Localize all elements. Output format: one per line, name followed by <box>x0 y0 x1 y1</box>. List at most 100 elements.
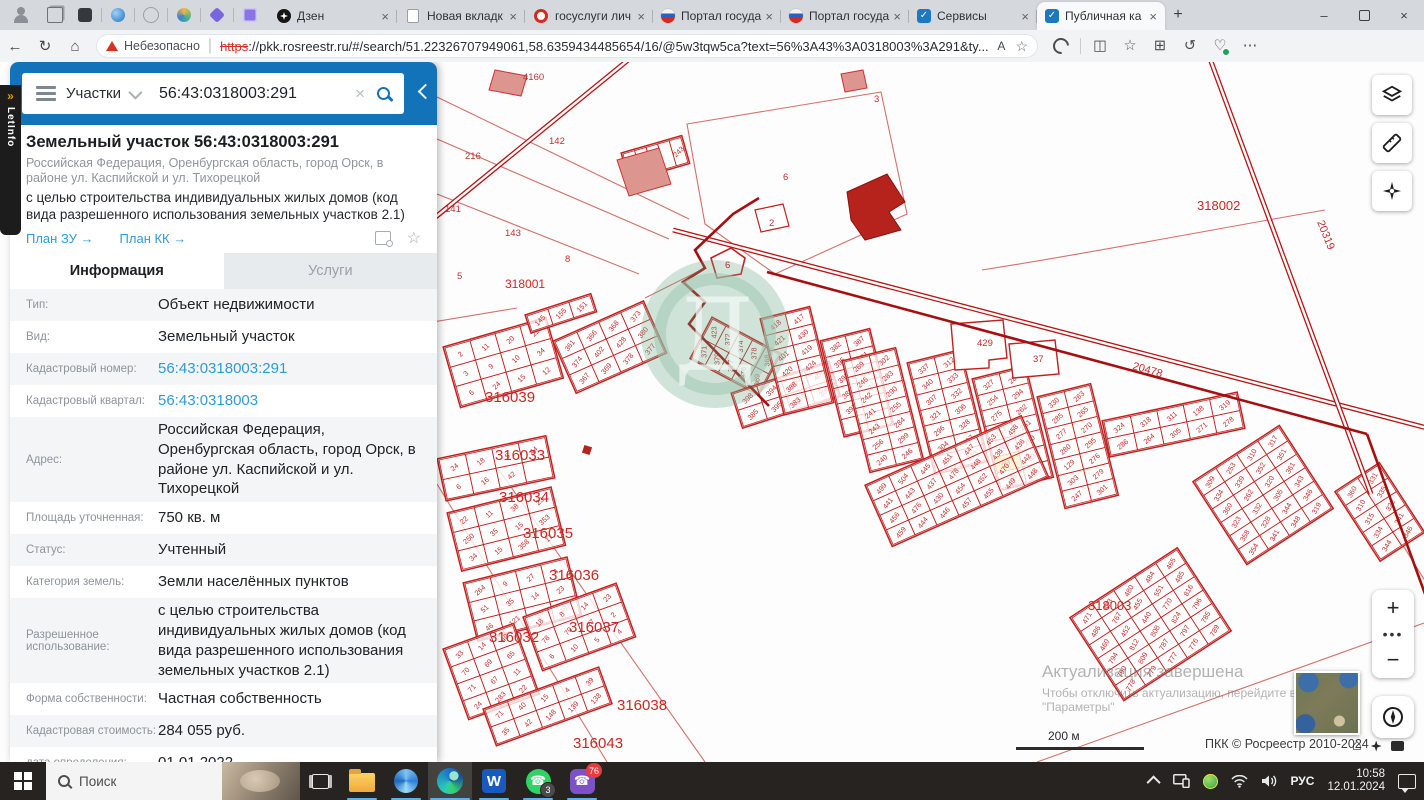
task-view-button[interactable] <box>300 762 340 800</box>
browser-tab-5[interactable]: Портал госуда × <box>781 2 909 30</box>
tab-close-icon[interactable]: × <box>1147 9 1159 24</box>
info-row-value: Земельный участок <box>158 328 295 346</box>
new-tab-button[interactable]: + <box>1165 2 1191 28</box>
my-location-button[interactable] <box>1372 696 1414 738</box>
close-button[interactable]: × <box>1384 0 1424 30</box>
cadastral-info-panel: Участки 56:43:0318003:291 × Земельный уч… <box>10 62 437 762</box>
taskbar-file-explorer[interactable] <box>340 762 384 800</box>
star-icon[interactable] <box>1370 740 1382 752</box>
quarter-label-316033: 316033 <box>495 447 545 464</box>
search-category-dropdown[interactable]: Участки <box>66 85 149 102</box>
taskbar-search[interactable]: Поиск <box>46 762 222 800</box>
search-icon[interactable] <box>377 87 390 100</box>
pinned-tab-diamond[interactable] <box>202 3 232 27</box>
browser-tab-6[interactable]: Сервисы × <box>909 2 1037 30</box>
basemap-thumbnail[interactable] <box>1294 671 1360 735</box>
browser-tab-2[interactable]: Новая вкладк × <box>397 2 525 30</box>
security-warning-label[interactable]: Небезопасно <box>124 39 200 53</box>
taskbar-word[interactable]: W <box>472 762 516 800</box>
clear-search-icon[interactable]: × <box>355 84 365 104</box>
tab-close-icon[interactable]: × <box>1019 9 1031 24</box>
browser-essentials-icon[interactable]: ♡ <box>1207 33 1233 59</box>
taskbar-photos[interactable] <box>384 762 428 800</box>
browser-tab-3[interactable]: госуслуги лич × <box>525 2 653 30</box>
bookmark-star-icon[interactable]: ☆ <box>407 228 421 248</box>
taskbar-whatsapp[interactable]: ☎ 3 <box>516 762 560 800</box>
browser-tab-4[interactable]: Портал госуда × <box>653 2 781 30</box>
attribution-icons: ⌂ <box>1352 737 1404 755</box>
more-options-icon[interactable]: ⋯ <box>1237 33 1263 59</box>
tab-label: Новая вкладк <box>427 9 503 23</box>
photos-icon <box>394 769 418 793</box>
maximize-button[interactable] <box>1344 0 1384 30</box>
profile-icon[interactable] <box>12 6 30 24</box>
history-icon[interactable]: ↺ <box>1177 33 1203 59</box>
wifi-icon[interactable] <box>1231 774 1249 788</box>
home-icon[interactable]: ⌂ <box>1352 737 1362 755</box>
collections-icon[interactable]: ⊞ <box>1147 33 1173 59</box>
taskbar-viber[interactable]: ☎ 76 <box>560 762 604 800</box>
browser-tab-strip: Дзен × Новая вкладк × госуслуги лич × Портал г… <box>0 0 1424 30</box>
tab-close-icon[interactable]: × <box>379 9 391 24</box>
pinned-tab-grid[interactable] <box>235 3 265 27</box>
tab-close-icon[interactable]: × <box>507 9 519 24</box>
taskbar-clock[interactable]: 10:58 12.01.2024 <box>1327 768 1385 794</box>
info-row-value-link[interactable]: 56:43:0318003 <box>158 391 437 411</box>
collapse-panel-icon[interactable] <box>417 83 434 100</box>
letinfo-extension-tab[interactable]: » LetInfo <box>0 85 21 235</box>
measure-button[interactable] <box>1372 123 1412 163</box>
menu-icon[interactable] <box>36 83 56 104</box>
devices-icon[interactable] <box>1173 774 1191 788</box>
tab-close-icon[interactable]: × <box>763 9 775 24</box>
minimize-button[interactable]: – <box>1304 0 1344 30</box>
position-button[interactable] <box>1372 171 1412 211</box>
fullscreen-icon[interactable] <box>1390 741 1404 751</box>
info-row-value-link[interactable]: 56:43:0318003:291 <box>158 359 437 379</box>
zoom-in-button[interactable]: + <box>1372 590 1414 626</box>
taskbar-edge[interactable] <box>428 762 472 800</box>
start-button[interactable] <box>0 762 46 800</box>
plan-zu-link[interactable]: План ЗУ → <box>26 231 94 246</box>
info-row-label: Тип: <box>26 299 49 311</box>
browser-tab-7[interactable]: Публичная ка × <box>1037 2 1165 30</box>
zoom-out-button[interactable]: − <box>1372 642 1414 678</box>
address-bar[interactable]: Небезопасно | https ://pkk.rosreestr.ru/… <box>96 34 1038 58</box>
pinned-tab-swirl[interactable] <box>169 3 199 27</box>
parcel-block-19[interactable]: 324 318 311 138 319286 264 305 271 278 <box>1101 391 1246 458</box>
parcel-block-22[interactable]: 360331310335315322334341344346 <box>1333 461 1424 563</box>
tab-information[interactable]: Информация <box>10 253 224 289</box>
tray-expand-icon[interactable] <box>1146 775 1162 790</box>
widgets-thumbnail[interactable] <box>222 762 300 800</box>
pinned-tab-circle[interactable] <box>136 3 166 27</box>
zoom-more-button[interactable]: ••• <box>1372 626 1414 642</box>
tab-close-icon[interactable]: × <box>891 9 903 24</box>
volume-icon[interactable] <box>1261 774 1277 788</box>
date: 12.01.2024 <box>1327 781 1385 793</box>
refresh-button[interactable]: ↻ <box>30 37 60 55</box>
split-screen-icon[interactable]: ◫ <box>1087 33 1113 59</box>
extension-arrow-icon: » <box>7 89 14 103</box>
parcel-block-21[interactable]: 3092533103173343393523513602623203613233… <box>1191 424 1335 566</box>
copilot-icon[interactable] <box>1048 33 1074 59</box>
layers-button[interactable] <box>1372 75 1412 115</box>
antivirus-tray-icon[interactable] <box>1203 773 1219 789</box>
notification-center-icon[interactable] <box>1398 773 1416 793</box>
favorites-icon[interactable]: ☆ <box>1117 33 1143 59</box>
pinned-tab-window[interactable] <box>70 3 100 27</box>
tab-close-icon[interactable]: × <box>635 9 647 24</box>
map-structure-label: 6 <box>725 260 730 271</box>
home-button[interactable]: ⌂ <box>60 38 90 55</box>
back-button[interactable]: ← <box>0 38 30 55</box>
favorite-star-icon[interactable]: ☆ <box>1015 38 1028 55</box>
plan-kk-link[interactable]: План КК → <box>120 231 187 246</box>
cadastral-map[interactable]: 2112022391034624151236136636837337440242… <box>437 62 1424 762</box>
pinned-tab-stack[interactable] <box>40 3 70 27</box>
read-aloud-icon[interactable]: A <box>997 39 1005 53</box>
tab-services[interactable]: Услуги <box>223 253 437 289</box>
parcel-block-18[interactable]: 330 263285 265277 270280 295129 276303 279247 3… <box>1036 382 1120 510</box>
pinned-tab-globe[interactable] <box>103 3 133 27</box>
zoom-to-parcel-icon[interactable] <box>374 231 393 247</box>
search-input[interactable]: 56:43:0318003:291 <box>159 85 343 103</box>
language-indicator[interactable]: РУС <box>1290 774 1314 788</box>
browser-tab-1[interactable]: Дзен × <box>269 2 397 30</box>
